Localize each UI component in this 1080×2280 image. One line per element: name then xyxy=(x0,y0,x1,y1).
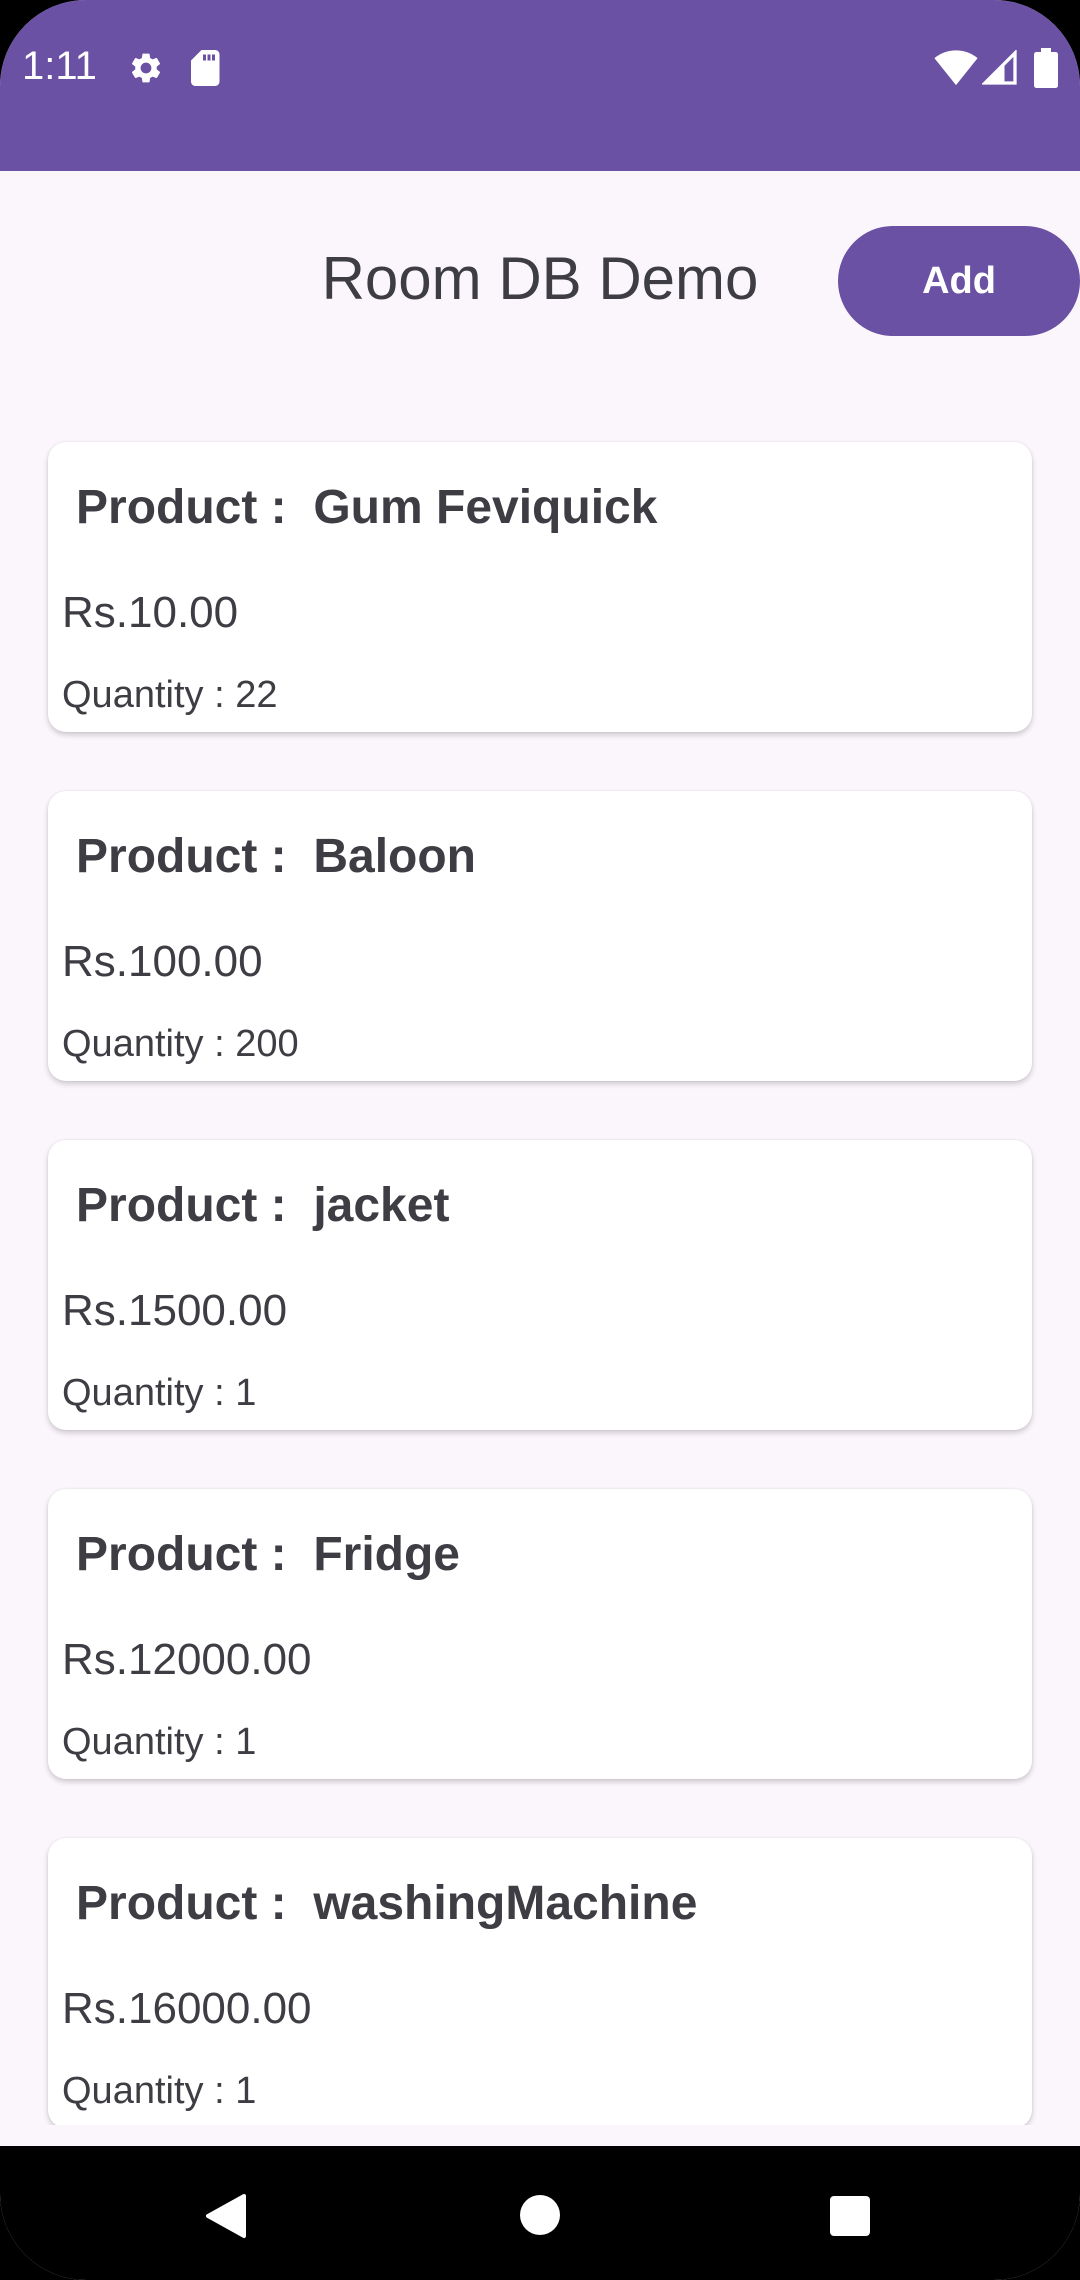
product-name: Product : washingMachine xyxy=(76,1877,698,1930)
product-card[interactable]: Product : Gum Feviquick Rs.10.00 Quantit… xyxy=(48,442,1032,732)
product-price: Rs.1500.00 xyxy=(62,1286,288,1335)
product-name: Product : Baloon xyxy=(76,830,476,883)
product-name: Product : jacket xyxy=(76,1179,450,1232)
product-quantity: Quantity : 1 xyxy=(62,2070,257,2112)
app-screen: 1:11 Room DB Demo Add Product : Gum Fevi… xyxy=(0,0,1080,2280)
product-card[interactable]: Product : jacket Rs.1500.00 Quantity : 1 xyxy=(48,1140,1032,1430)
product-card[interactable]: Product : Fridge Rs.12000.00 Quantity : … xyxy=(48,1489,1032,1779)
add-button[interactable]: Add xyxy=(838,226,1080,336)
recents-icon[interactable] xyxy=(829,2195,871,2237)
product-card[interactable]: Product : Baloon Rs.100.00 Quantity : 20… xyxy=(48,791,1032,1081)
product-quantity: Quantity : 1 xyxy=(62,1721,257,1763)
product-price: Rs.10.00 xyxy=(62,588,239,637)
product-card[interactable]: Product : washingMachine Rs.16000.00 Qua… xyxy=(48,1838,1032,2125)
product-quantity: Quantity : 200 xyxy=(62,1023,299,1065)
product-name: Product : Gum Feviquick xyxy=(76,481,658,534)
product-list[interactable]: Room DB Demo Add Product : Gum Feviquick… xyxy=(0,0,1080,2125)
product-name: Product : Fridge xyxy=(76,1528,460,1581)
product-price: Rs.16000.00 xyxy=(62,1984,312,2033)
product-quantity: Quantity : 22 xyxy=(62,674,278,716)
back-icon[interactable] xyxy=(204,2192,248,2240)
product-quantity: Quantity : 1 xyxy=(62,1372,257,1414)
product-price: Rs.12000.00 xyxy=(62,1635,312,1684)
product-price: Rs.100.00 xyxy=(62,937,263,986)
home-icon[interactable] xyxy=(519,2194,561,2236)
